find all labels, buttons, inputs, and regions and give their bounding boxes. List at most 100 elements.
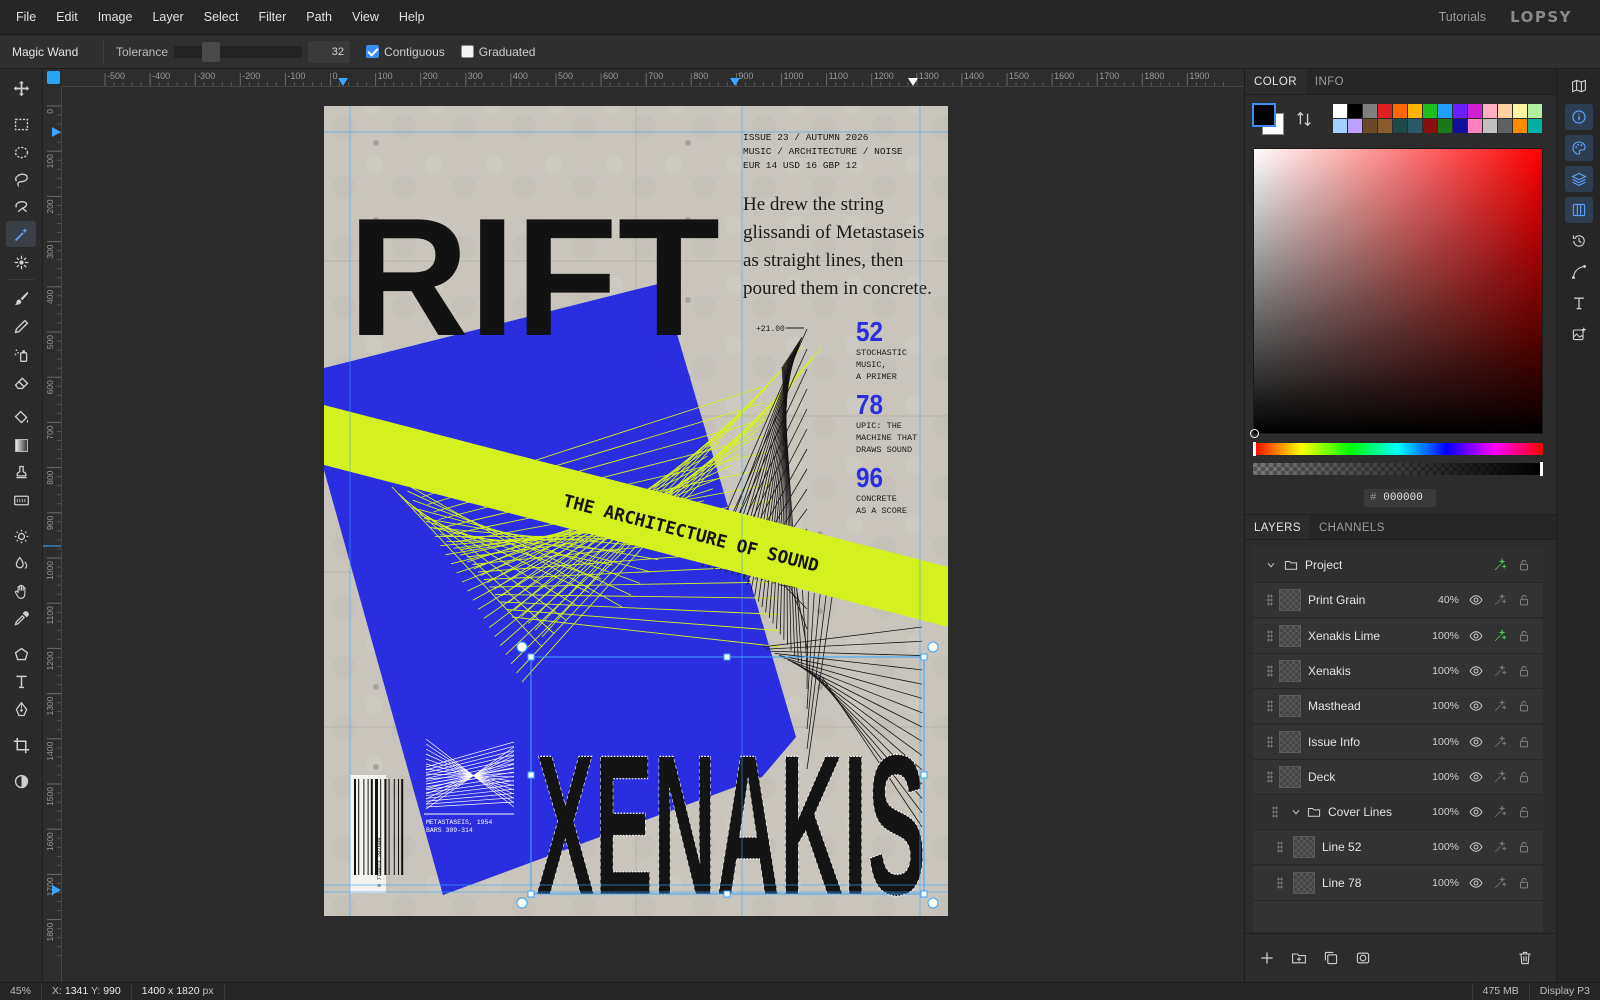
lock-icon[interactable]	[1517, 876, 1531, 890]
brush-tool[interactable]	[6, 285, 36, 311]
color-swatch[interactable]	[1498, 119, 1512, 133]
layer-row-xenakis-lime[interactable]: Xenakis Lime 100%	[1253, 618, 1543, 654]
color-swatch[interactable]	[1438, 104, 1452, 118]
duplicate-layer-button[interactable]	[1323, 950, 1339, 969]
tolerance-slider[interactable]	[174, 41, 303, 62]
color-swatch[interactable]	[1348, 119, 1362, 133]
effects-icon[interactable]	[1493, 699, 1507, 713]
graduated-checkbox[interactable]	[460, 45, 474, 58]
menu-help[interactable]: Help	[389, 0, 435, 34]
drag-handle-icon[interactable]	[1267, 664, 1273, 677]
magnetic-lasso-tool[interactable]	[6, 193, 36, 219]
color-swatch[interactable]	[1528, 119, 1542, 133]
menu-select[interactable]: Select	[194, 0, 249, 34]
alpha-slider-thumb[interactable]	[1540, 462, 1543, 476]
eye-icon[interactable]	[1469, 805, 1483, 819]
effects-icon[interactable]	[1493, 805, 1507, 819]
layers-panel-button[interactable]	[1565, 166, 1593, 192]
stamp-tool[interactable]	[6, 459, 36, 485]
rect-marquee-tool[interactable]	[6, 111, 36, 137]
color-swatch[interactable]	[1333, 104, 1347, 118]
zoom-level[interactable]: 45%	[0, 983, 43, 1000]
effects-icon[interactable]	[1493, 558, 1507, 572]
color-swatch[interactable]	[1423, 104, 1437, 118]
canvas-area[interactable]: THE ARCHITECTURE OF SOUND RIFT ISSUE 23 …	[62, 87, 1244, 982]
hex-input[interactable]: # 000000	[1364, 489, 1436, 507]
alpha-slider[interactable]	[1253, 462, 1543, 476]
magic-wand-tool[interactable]	[6, 221, 36, 247]
color-swatch[interactable]	[1453, 104, 1467, 118]
contiguous-checkbox[interactable]	[366, 45, 380, 58]
layer-opacity[interactable]: 100%	[1419, 877, 1459, 889]
eye-icon[interactable]	[1469, 876, 1483, 890]
quick-select-tool[interactable]	[6, 249, 36, 275]
drag-handle-icon[interactable]	[1277, 876, 1283, 889]
lock-icon[interactable]	[1517, 699, 1531, 713]
eraser-tool[interactable]	[6, 369, 36, 395]
color-swatch[interactable]	[1513, 104, 1527, 118]
lasso-tool[interactable]	[6, 166, 36, 192]
eyedropper-tool[interactable]	[6, 605, 36, 631]
fg-bg-colors[interactable]	[1252, 103, 1286, 137]
eye-icon[interactable]	[1469, 770, 1483, 784]
layer-opacity[interactable]: 100%	[1419, 841, 1459, 853]
tab-layers[interactable]: LAYERS	[1245, 515, 1310, 539]
foreground-color-swatch[interactable]	[1252, 103, 1276, 127]
dodge-tool[interactable]	[6, 523, 36, 549]
lock-icon[interactable]	[1517, 735, 1531, 749]
color-swatch[interactable]	[1423, 119, 1437, 133]
crop-tool[interactable]	[6, 732, 36, 758]
spray-tool[interactable]	[6, 341, 36, 367]
new-group-button[interactable]	[1291, 950, 1307, 969]
color-swatch[interactable]	[1408, 119, 1422, 133]
collapse-chevron-icon[interactable]	[1290, 806, 1302, 818]
eye-icon[interactable]	[1469, 699, 1483, 713]
drag-handle-icon[interactable]	[1277, 841, 1283, 854]
layer-row-issue-info[interactable]: Issue Info 100%	[1253, 724, 1543, 760]
lock-icon[interactable]	[1517, 805, 1531, 819]
color-swatch[interactable]	[1393, 104, 1407, 118]
color-swatch[interactable]	[1393, 119, 1407, 133]
mask-layer-button[interactable]	[1355, 950, 1371, 969]
eye-icon[interactable]	[1469, 735, 1483, 749]
paths-panel-button[interactable]	[1565, 259, 1593, 285]
effects-icon[interactable]	[1493, 663, 1507, 678]
ellipse-marquee-tool[interactable]	[6, 139, 36, 165]
menu-image[interactable]: Image	[88, 0, 143, 34]
delete-layer-button[interactable]	[1517, 950, 1533, 969]
layer-row-line-52[interactable]: Line 52 100%	[1253, 830, 1543, 866]
color-panel-button[interactable]	[1565, 135, 1593, 161]
layer-opacity[interactable]: 100%	[1419, 806, 1459, 818]
pattern-tool[interactable]	[6, 487, 36, 513]
tab-channels[interactable]: CHANNELS	[1310, 515, 1394, 539]
color-field[interactable]	[1250, 148, 1543, 438]
layer-row-print-grain[interactable]: Print Grain 40%	[1253, 583, 1543, 619]
hue-slider[interactable]	[1253, 442, 1543, 456]
color-swatch[interactable]	[1363, 119, 1377, 133]
effects-icon[interactable]	[1493, 593, 1507, 607]
move-tool[interactable]	[6, 75, 36, 101]
pencil-tool[interactable]	[6, 313, 36, 339]
hand-tool[interactable]	[6, 578, 36, 604]
navigator-button[interactable]	[1565, 73, 1593, 99]
color-swatch[interactable]	[1453, 119, 1467, 133]
layer-row-partial[interactable]	[1253, 901, 1543, 932]
menu-filter[interactable]: Filter	[248, 0, 296, 34]
gradient-tool[interactable]	[6, 432, 36, 458]
eye-icon[interactable]	[1469, 840, 1483, 854]
layer-opacity[interactable]: 100%	[1419, 736, 1459, 748]
menu-view[interactable]: View	[342, 0, 389, 34]
eye-icon[interactable]	[1469, 629, 1483, 643]
color-swatch[interactable]	[1363, 104, 1377, 118]
ruler-corner[interactable]	[43, 69, 62, 87]
image-panel-button[interactable]	[1565, 321, 1593, 347]
fill-tool[interactable]	[6, 404, 36, 430]
color-profile[interactable]: Display P3	[1530, 983, 1600, 1000]
color-swatch[interactable]	[1468, 119, 1482, 133]
drag-handle-icon[interactable]	[1267, 735, 1273, 748]
info-panel-button[interactable]	[1565, 104, 1593, 130]
shape-tool[interactable]	[6, 641, 36, 667]
menu-edit[interactable]: Edit	[46, 0, 88, 34]
tolerance-slider-thumb[interactable]	[201, 41, 220, 62]
effects-icon[interactable]	[1493, 875, 1507, 890]
